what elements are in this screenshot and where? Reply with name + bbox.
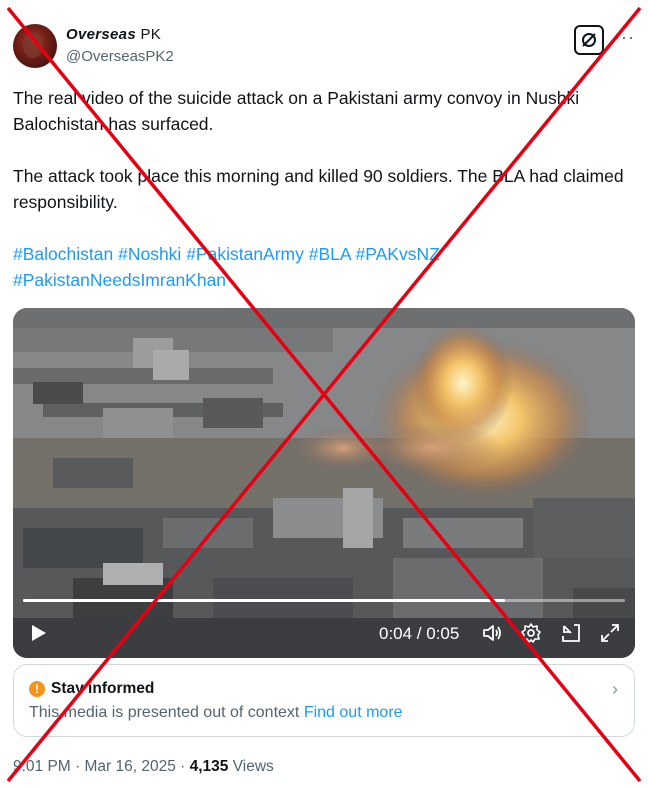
handle[interactable]: @OverseasPK2 bbox=[66, 47, 174, 67]
views-count: 4,135 bbox=[189, 758, 229, 775]
author-info[interactable]: Overseas PK @OverseasPK2 bbox=[66, 26, 174, 67]
volume-icon[interactable] bbox=[481, 622, 503, 644]
hashtag-link[interactable]: #Balochistan bbox=[13, 244, 113, 264]
hashtag-link[interactable]: #Noshki bbox=[118, 244, 181, 264]
video-progress-fill bbox=[23, 599, 505, 602]
video-frame bbox=[13, 308, 635, 658]
hashtag-link[interactable]: #PAKvsNZ bbox=[356, 244, 440, 264]
minimize-icon[interactable] bbox=[560, 622, 582, 644]
note-body: This media is presented out of context F… bbox=[29, 704, 403, 722]
display-name-main[interactable]: Overseas bbox=[66, 26, 136, 43]
tweet-meta: 9:01 PM · Mar 16, 2025 · 4,135 Views bbox=[13, 758, 274, 776]
tweet-paragraph-2: The attack took place this morning and k… bbox=[13, 166, 624, 212]
note-body-text: This media is presented out of context bbox=[29, 704, 300, 721]
chevron-right-icon[interactable]: › bbox=[612, 679, 618, 700]
more-button[interactable]: ··· bbox=[614, 28, 635, 46]
avatar[interactable] bbox=[13, 24, 57, 68]
display-name[interactable]: Overseas PK bbox=[66, 26, 174, 44]
hashtag-link[interactable]: #PakistanArmy bbox=[186, 244, 304, 264]
video-player[interactable]: 0:04 / 0:05 bbox=[13, 308, 635, 658]
note-title-text: Stay informed bbox=[51, 680, 155, 697]
tweet-text: The real video of the suicide attack on … bbox=[13, 85, 635, 293]
video-time: 0:04 / 0:05 bbox=[379, 624, 460, 643]
hashtag-link[interactable]: #PakistanNeedsImranKhan bbox=[13, 270, 226, 290]
video-progress-bar[interactable] bbox=[23, 599, 625, 602]
tweet-paragraph-1: The real video of the suicide attack on … bbox=[13, 88, 580, 134]
settings-icon[interactable] bbox=[520, 622, 542, 644]
hashtag-link[interactable]: #BLA bbox=[309, 244, 351, 264]
video-controls: 0:04 / 0:05 bbox=[13, 614, 635, 654]
context-note[interactable]: ! Stay informed This media is presented … bbox=[13, 664, 635, 737]
avatar-face bbox=[23, 32, 43, 58]
tweet-header: Overseas PK @OverseasPK2 ··· bbox=[13, 22, 635, 72]
display-name-suffix[interactable]: PK bbox=[140, 26, 161, 43]
note-title: ! Stay informed bbox=[29, 680, 154, 698]
grok-icon bbox=[582, 33, 596, 47]
warning-icon: ! bbox=[29, 681, 45, 697]
fullscreen-icon[interactable] bbox=[599, 622, 621, 644]
grok-button[interactable] bbox=[574, 25, 604, 55]
timestamp[interactable]: 9:01 PM · Mar 16, 2025 · bbox=[13, 758, 185, 775]
hashtags: #Balochistan #Noshki #PakistanArmy #BLA … bbox=[13, 241, 635, 293]
play-icon[interactable] bbox=[27, 622, 49, 644]
views-label: Views bbox=[232, 758, 274, 775]
find-out-more-link[interactable]: Find out more bbox=[304, 704, 403, 721]
